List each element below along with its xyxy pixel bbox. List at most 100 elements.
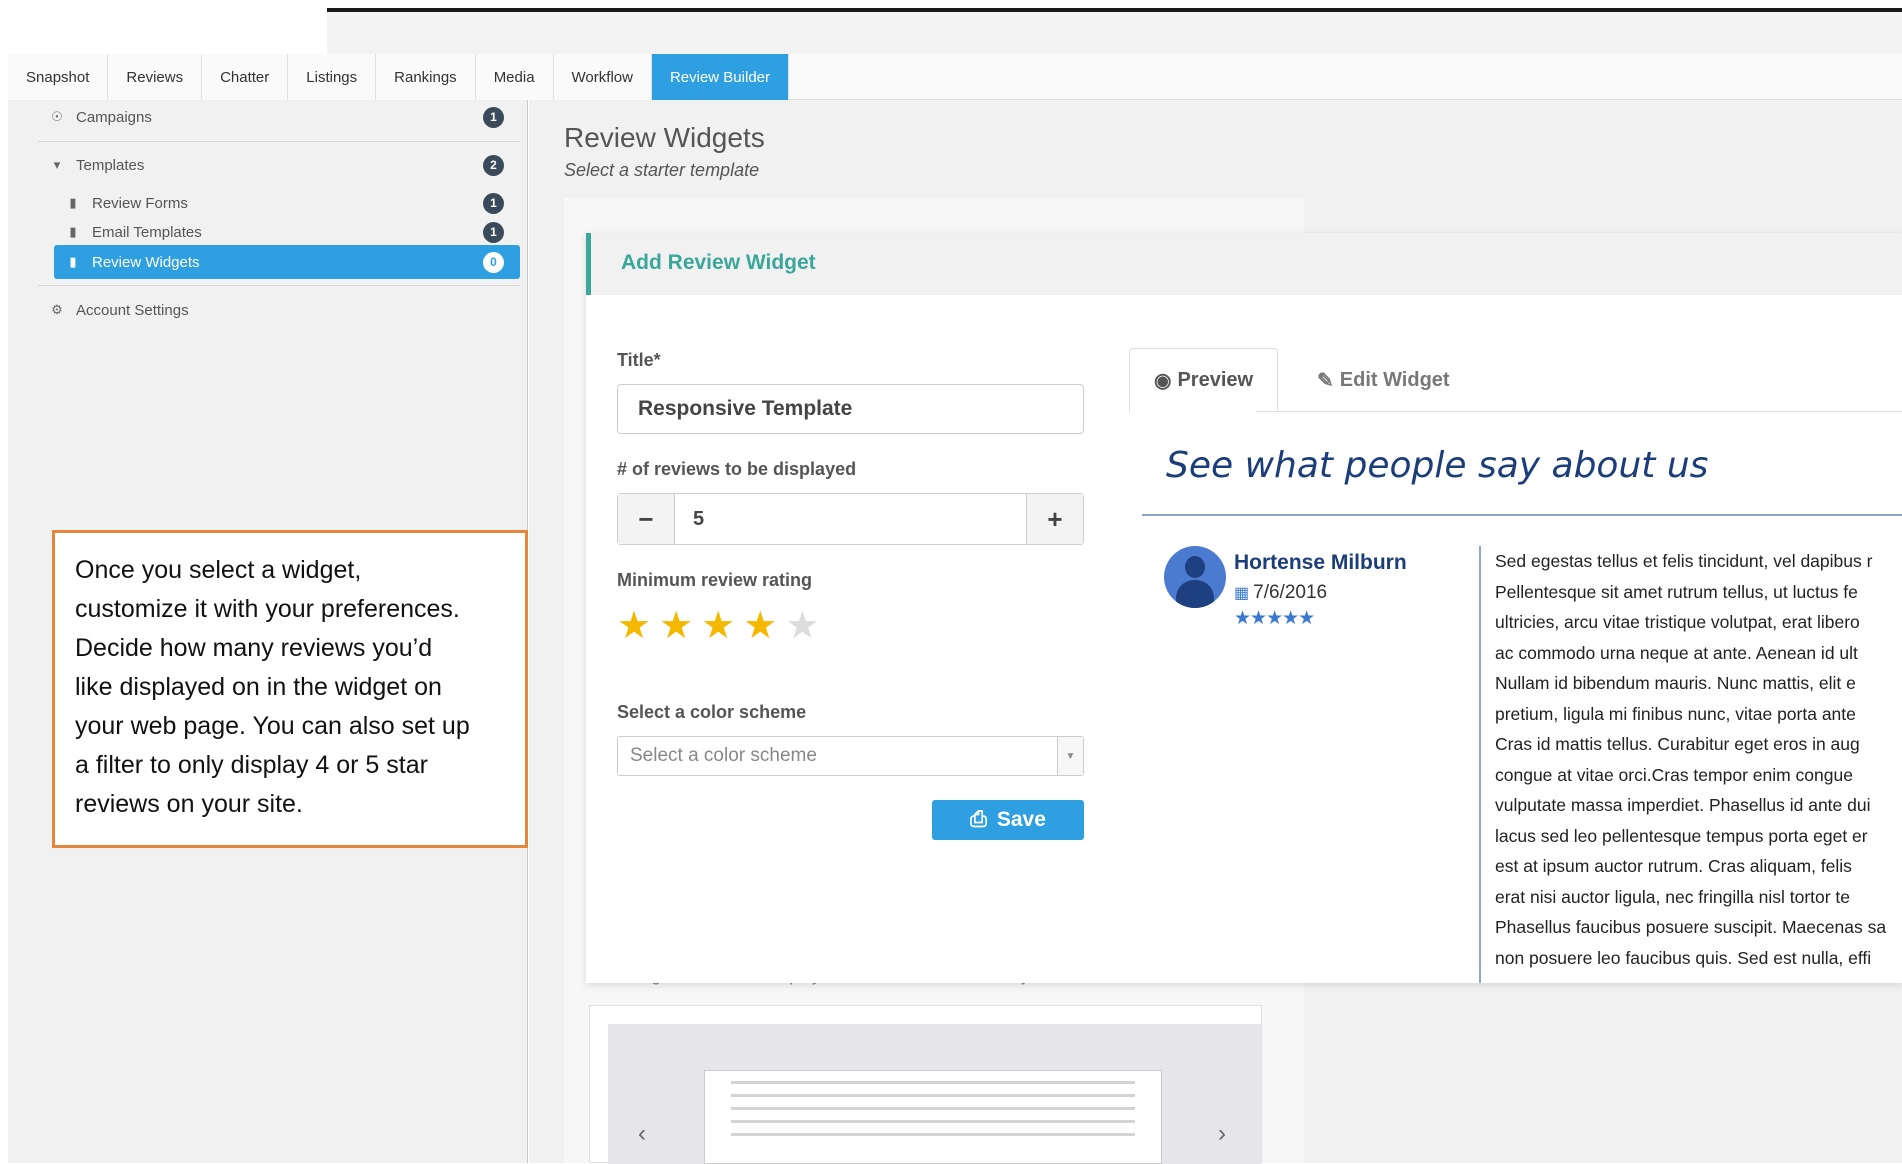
reviews-count-label: # of reviews to be displayed <box>617 459 857 479</box>
caret-down-icon: ▾ <box>53 157 61 172</box>
review-text-line: Nullam id bibendum mauris. Nunc mattis, … <box>1495 673 1856 693</box>
sidebar-divider <box>38 141 520 142</box>
sidebar-item-label: Review Forms <box>92 194 188 212</box>
tutorial-callout: Once you select a widget, customize it w… <box>52 530 528 848</box>
tab-chatter[interactable]: Chatter <box>202 54 289 100</box>
chevron-right-icon: › <box>1218 1120 1226 1147</box>
file-icon: ▮ <box>69 254 77 269</box>
select-placeholder: Select a color scheme <box>630 745 817 766</box>
panel-title: Add Review Widget <box>621 251 816 274</box>
sidebar-item-label: Campaigns <box>76 108 152 126</box>
review-text-line: non posuere leo faucibus quis. Sed est n… <box>1495 947 1872 968</box>
review-text-line: erat nisi auctor ligula, nec fringilla n… <box>1495 886 1851 907</box>
preview-heading: See what people say about us <box>1166 445 1709 486</box>
review-stars: ★★★★★ <box>1234 608 1315 629</box>
callout-line: reviews on your site. <box>75 790 303 818</box>
count-badge: 1 <box>483 106 504 128</box>
review-text-line: est at ipsum auctor rutrum. Cras aliquam… <box>1495 856 1852 876</box>
carousel-card <box>704 1070 1162 1164</box>
tab-gap <box>1130 411 1256 413</box>
count-badge: 0 <box>483 251 504 273</box>
tab-rankings[interactable]: Rankings <box>376 54 476 100</box>
eye-icon: ◉ <box>1154 369 1172 392</box>
color-scheme-label: Select a color scheme <box>617 702 807 722</box>
review-text-line: vulputate massa imperdiet. Phasellus id … <box>1495 795 1871 815</box>
reviews-count-input[interactable]: 5 <box>674 494 1027 544</box>
tab-media[interactable]: Media <box>475 54 554 100</box>
carousel-template-thumbnail[interactable]: ‹ › <box>589 1005 1262 1164</box>
sidebar-divider <box>38 285 520 286</box>
callout-line: customize it with your preferences. <box>75 595 460 623</box>
count-badge: 1 <box>483 221 504 243</box>
save-button-label: Save <box>996 808 1046 831</box>
sidebar-item-email-templates[interactable]: ▮ Email Templates 1 <box>54 215 520 249</box>
tab-label: Preview <box>1177 368 1254 391</box>
chevron-left-icon: ‹ <box>638 1120 646 1147</box>
tab-preview[interactable]: ◉ Preview <box>1129 348 1279 412</box>
review-text-line: pretium, ligula mi finibus nunc, vitae p… <box>1495 703 1856 724</box>
callout-line: like displayed on in the widget on <box>75 673 442 701</box>
gear-icon: ⚙ <box>51 302 63 317</box>
color-scheme-select[interactable]: Select a color scheme ▼ <box>617 736 1084 776</box>
review-text-line: Sed egestas tellus et felis tincidunt, v… <box>1495 551 1873 571</box>
title-input[interactable]: Responsive Template <box>617 384 1084 434</box>
reviewer-name: Hortense Milburn <box>1234 551 1407 574</box>
review-text-line: lacus sed leo pellentesque tempus porta … <box>1495 825 1868 846</box>
sidebar-item-account-settings[interactable]: ⚙ Account Settings <box>38 293 520 327</box>
sidebar-item-label: Templates <box>76 156 145 174</box>
sidebar-item-review-widgets[interactable]: ▮ Review Widgets 0 <box>54 245 520 279</box>
bullhorn-icon: ☉ <box>51 109 63 124</box>
calendar-icon: ▦ <box>1234 585 1250 602</box>
tab-review-builder[interactable]: Review Builder <box>651 54 789 100</box>
min-rating-stars: ★ ★ ★ ★ ★ <box>617 607 819 645</box>
review-date: ▦ 7/6/2016 <box>1234 582 1327 604</box>
caret-down-icon: ▼ <box>1057 737 1083 775</box>
carousel-preview: ‹ › <box>608 1024 1261 1164</box>
review-text-line: ac commodo urna neque at ante. Aenean id… <box>1495 642 1858 663</box>
page-title: Review Widgets <box>564 122 765 153</box>
panel-header: Add Review Widget <box>586 233 1902 295</box>
top-header-strip <box>327 8 1902 54</box>
user-icon-body <box>1176 580 1214 608</box>
callout-line: Once you select a widget, <box>75 556 362 584</box>
callout-line: a filter to only display 4 or 5 star <box>75 751 428 779</box>
review-text-line: congue at vitae orci.Cras tempor enim co… <box>1495 764 1853 785</box>
reviews-count-stepper: − 5 + <box>617 493 1084 545</box>
main-nav-tabs: Snapshot Reviews Chatter Listings Rankin… <box>8 54 1902 100</box>
tab-reviews[interactable]: Reviews <box>108 54 203 100</box>
min-rating-label: Minimum review rating <box>617 570 813 590</box>
edit-icon: ✎ <box>1317 369 1334 392</box>
avatar <box>1164 546 1226 608</box>
sidebar-item-label: Account Settings <box>76 301 189 319</box>
star-icon[interactable]: ★ <box>785 607 819 645</box>
star-icon[interactable]: ★ <box>743 607 777 645</box>
review-text-line: Pellentesque sit amet rutrum tellus, ut … <box>1495 581 1858 602</box>
sidebar-item-label: Review Widgets <box>92 253 200 271</box>
title-label: Title* <box>617 350 661 370</box>
sidebar-item-campaigns[interactable]: ☉ Campaigns 1 <box>38 100 520 134</box>
sidebar-item-label: Email Templates <box>92 223 202 241</box>
preview-divider <box>1142 514 1902 516</box>
file-icon: ▮ <box>69 195 77 210</box>
increment-button[interactable]: + <box>1027 494 1083 544</box>
star-icon[interactable]: ★ <box>701 607 735 645</box>
tab-workflow[interactable]: Workflow <box>553 54 652 100</box>
sidebar-item-templates[interactable]: ▾ Templates 2 <box>38 148 520 182</box>
tab-snapshot[interactable]: Snapshot <box>8 54 109 100</box>
user-icon <box>1185 556 1205 578</box>
review-text-line: Phasellus faucibus posuere suscipit. Mae… <box>1495 917 1887 937</box>
tab-label: Edit Widget <box>1339 368 1450 391</box>
review-text-line: ultricies, arcu vitae tristique volutpat… <box>1495 612 1860 632</box>
decrement-button[interactable]: − <box>618 494 674 544</box>
count-badge: 1 <box>483 192 504 214</box>
callout-line: Decide how many reviews you’d <box>75 634 433 662</box>
top-bar <box>0 0 1902 54</box>
tab-edit-widget[interactable]: ✎ Edit Widget <box>1293 348 1474 412</box>
tab-listings[interactable]: Listings <box>288 54 377 100</box>
star-icon[interactable]: ★ <box>617 607 651 645</box>
review-date-text: 7/6/2016 <box>1253 582 1328 603</box>
star-icon[interactable]: ★ <box>659 607 693 645</box>
floppy-disk-icon: ⎙ <box>970 808 987 831</box>
file-icon: ▮ <box>69 224 77 239</box>
save-button[interactable]: ⎙ Save <box>932 800 1084 840</box>
